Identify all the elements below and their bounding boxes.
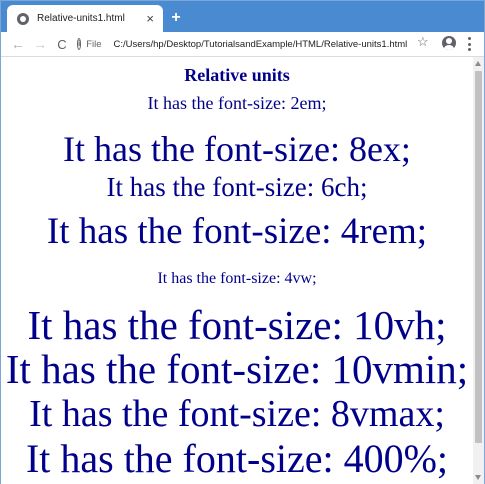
globe-icon — [17, 12, 29, 25]
forward-button[interactable]: → — [31, 35, 49, 53]
text-line-6ch: It has the font-size: 6ch; — [106, 172, 368, 202]
vertical-scrollbar[interactable] — [473, 57, 484, 484]
text-line-2em: It has the font-size: 2em; — [147, 93, 327, 113]
star-icon[interactable]: ☆ — [417, 35, 429, 48]
menu-icon[interactable] — [467, 37, 471, 51]
text-line-4vw: It has the font-size: 4vw; — [157, 270, 317, 287]
text-line-10vh: It has the font-size: 10vh; — [27, 302, 447, 348]
url-text[interactable]: C:/Users/hp/Desktop/TutorialsandExample/… — [114, 39, 408, 50]
back-button[interactable]: ← — [9, 35, 27, 53]
new-tab-button[interactable]: + — [167, 9, 185, 27]
text-line-400-percent: It has the font-size: 400%; — [25, 436, 449, 481]
page-content: Relative units It has the font-size: 2em… — [1, 57, 473, 484]
reload-button[interactable]: C — [53, 35, 71, 53]
address-bar[interactable]: i File C:/Users/hp/Desktop/TutorialsandE… — [73, 34, 407, 54]
close-icon[interactable]: × — [146, 12, 154, 25]
page-heading: Relative units — [184, 65, 290, 85]
scroll-thumb[interactable] — [475, 71, 482, 443]
text-line-10vmin: It has the font-size: 10vmin; — [5, 346, 469, 392]
browser-window: Relative-units1.html × + ← → C i File C:… — [0, 0, 485, 484]
tab-title: Relative-units1.html — [37, 13, 125, 24]
scroll-up-icon[interactable] — [475, 61, 481, 66]
text-line-8ex: It has the font-size: 8ex; — [63, 129, 411, 169]
text-line-8vmax: It has the font-size: 8vmax; — [29, 393, 445, 435]
text-line-4rem: It has the font-size: 4rem; — [46, 211, 428, 252]
tab-strip: Relative-units1.html × + — [1, 1, 484, 32]
scheme-label: File — [86, 38, 102, 50]
browser-toolbar: ← → C i File C:/Users/hp/Desktop/Tutoria… — [1, 32, 484, 57]
account-icon[interactable] — [442, 36, 456, 50]
scroll-down-icon[interactable] — [475, 475, 481, 480]
browser-tab[interactable]: Relative-units1.html × — [7, 5, 163, 32]
info-icon[interactable]: i — [77, 38, 82, 50]
